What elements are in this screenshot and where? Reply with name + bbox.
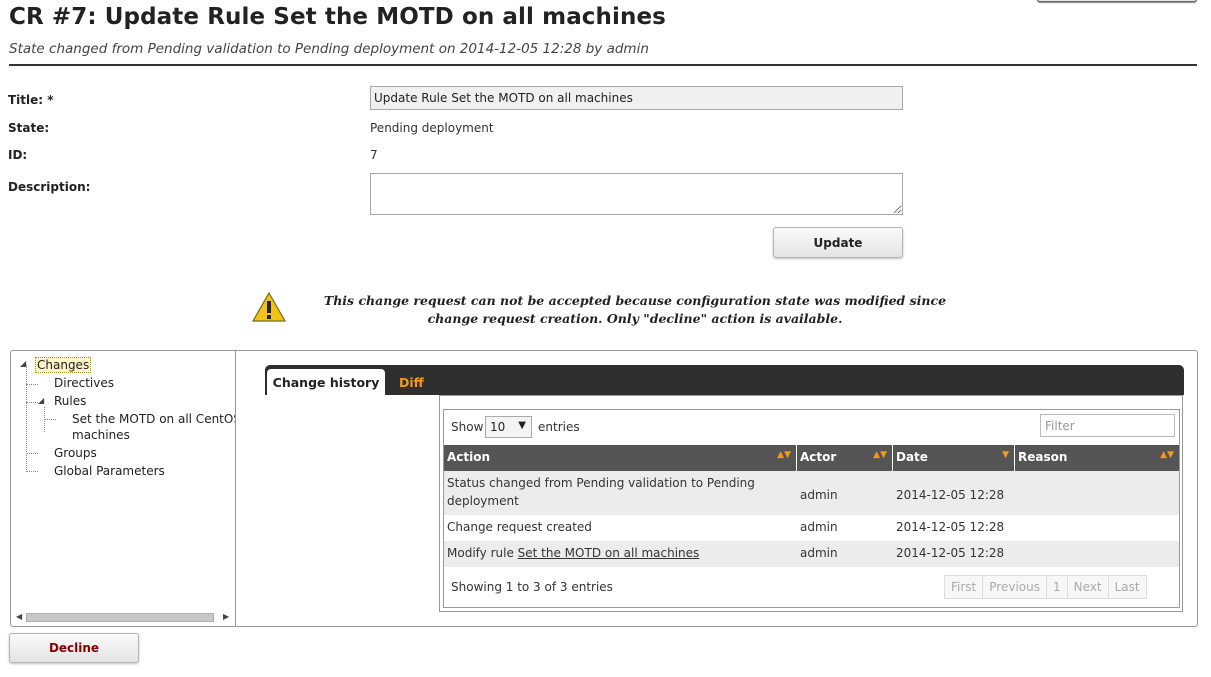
tab-diff[interactable]: Diff (399, 375, 424, 390)
sort-icon: ▲▼ (777, 450, 791, 460)
title-divider (9, 64, 1197, 66)
tab-bar: Change history Diff (265, 365, 1184, 395)
title-label: Title: * (8, 93, 54, 107)
pager-first-button[interactable]: First (944, 575, 984, 599)
pager-page-button[interactable]: 1 (1045, 575, 1068, 599)
page-title: CR #7: Update Rule Set the MOTD on all m… (9, 4, 666, 30)
tree-item-global-parameters[interactable]: Global Parameters (54, 464, 165, 478)
cell-date: 2014-12-05 12:28 (896, 488, 1005, 502)
table-row: Modify rule Set the MOTD on all machines… (444, 541, 1179, 567)
title-input[interactable] (370, 86, 903, 110)
pagination: First Previous 1 Next Last (944, 575, 1147, 599)
history-table-wrapper: Show 10 ▼ entries Action▲▼ Actor▲▼ Date▼… (443, 409, 1180, 608)
pager-next-button[interactable]: Next (1066, 575, 1109, 599)
description-label: Description: (8, 180, 91, 194)
top-right-button[interactable] (1037, 0, 1197, 2)
page-subtitle: State changed from Pending validation to… (9, 41, 649, 57)
id-label: ID: (8, 148, 28, 162)
pager-last-button[interactable]: Last (1107, 575, 1147, 599)
table-row: Change request created admin 2014-12-05 … (444, 515, 1179, 541)
scroll-right-icon[interactable]: ▶ (223, 611, 229, 623)
sort-icon: ▲▼ (1160, 450, 1174, 460)
collapse-toggle-icon[interactable]: ◢ (38, 396, 44, 405)
tree-horizontal-scrollbar[interactable]: ◀ ▶ (15, 611, 231, 623)
column-header-date[interactable]: Date ▼ (893, 445, 1015, 471)
chevron-down-icon: ▼ (518, 420, 526, 431)
sort-icon: ▲▼ (873, 450, 887, 460)
pager-previous-button[interactable]: Previous (982, 575, 1047, 599)
tree-item-rules[interactable]: Rules (54, 394, 86, 408)
state-value: Pending deployment (370, 121, 494, 135)
decline-button[interactable]: Decline (9, 633, 139, 663)
page-size-value: 10 (490, 420, 506, 434)
description-textarea[interactable] (370, 173, 903, 215)
entries-label: entries (538, 420, 580, 434)
cell-action: Modify rule Set the MOTD on all machines (447, 546, 700, 560)
warning-icon (252, 291, 286, 322)
table-info: Showing 1 to 3 of 3 entries (451, 580, 613, 594)
cell-action: Status changed from Pending validation t… (447, 476, 755, 508)
page-size-select[interactable]: 10 ▼ (485, 416, 532, 438)
tree-item-rule-motd[interactable]: Set the MOTD on all CentOS (72, 412, 235, 426)
column-header-actor[interactable]: Actor ▲▼ (797, 445, 893, 471)
tree-item-directives[interactable]: Directives (54, 376, 114, 390)
cell-actor: admin (800, 520, 838, 534)
cell-date: 2014-12-05 12:28 (896, 546, 1005, 560)
changes-tree: ◢ Changes Directives ◢ Rules Set the MOT… (11, 351, 236, 626)
scrollbar-thumb[interactable] (26, 613, 214, 622)
rule-link[interactable]: Set the MOTD on all machines (518, 546, 700, 560)
sort-descending-icon: ▼ (1002, 450, 1009, 460)
cell-actor: admin (800, 488, 838, 502)
tree-item-rule-motd-cont[interactable]: machines (72, 428, 130, 442)
update-button[interactable]: Update (773, 227, 903, 258)
show-label: Show (451, 420, 484, 434)
collapse-toggle-icon[interactable]: ◢ (20, 359, 26, 368)
cell-date: 2014-12-05 12:28 (896, 520, 1005, 534)
state-label: State: (8, 121, 50, 135)
cell-reason (1015, 483, 1021, 489)
column-header-reason[interactable]: Reason ▲▼ (1015, 445, 1179, 471)
tree-item-changes[interactable]: Changes (35, 357, 92, 373)
changes-panel: ◢ Changes Directives ◢ Rules Set the MOT… (10, 350, 1198, 627)
table-header: Action ▲▼ Actor ▲▼ Date ▼ Reason ▲▼ (444, 445, 1179, 471)
cell-actor: admin (800, 546, 838, 560)
table-row: Status changed from Pending validation t… (444, 471, 1179, 515)
id-value: 7 (370, 148, 378, 162)
cell-reason (1015, 541, 1021, 547)
cell-reason (1015, 515, 1021, 521)
filter-input[interactable] (1040, 414, 1175, 437)
tab-change-history[interactable]: Change history (267, 369, 385, 395)
tree-item-groups[interactable]: Groups (54, 446, 97, 460)
scroll-left-icon[interactable]: ◀ (16, 611, 22, 623)
column-header-action[interactable]: Action ▲▼ (444, 445, 797, 471)
warning-message: This change request can not be accepted … (323, 293, 947, 326)
cell-action: Change request created (447, 520, 592, 534)
history-table-container: Show 10 ▼ entries Action▲▼ Actor▲▼ Date▼… (439, 395, 1183, 612)
